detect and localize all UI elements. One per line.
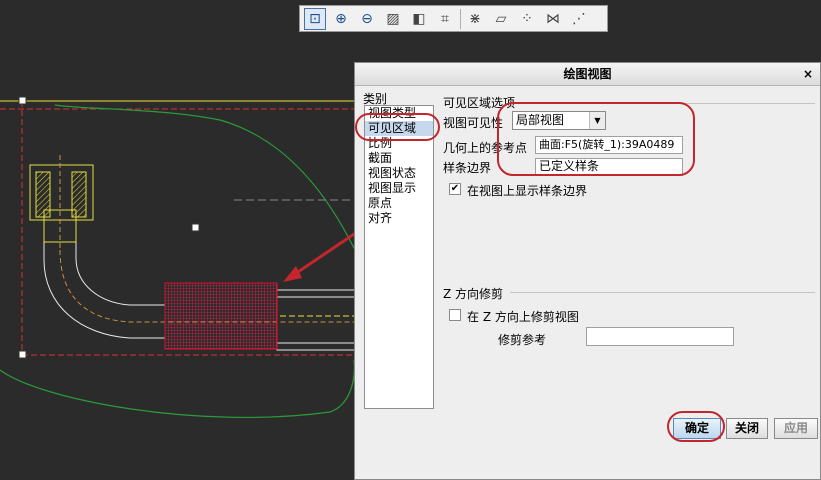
spline-boundary [0, 104, 356, 419]
check-mark-icon: ✔ [450, 183, 460, 194]
clip-ref-field[interactable] [586, 327, 734, 346]
frame-handle[interactable] [18, 350, 27, 359]
datum-planes-icon[interactable]: ▱ [490, 8, 512, 30]
category-item[interactable]: 原点 [365, 196, 433, 211]
dropdown-arrow-icon[interactable]: ▼ [589, 112, 605, 129]
dialog-titlebar[interactable]: 绘图视图 × [355, 63, 820, 86]
saved-orientations-icon[interactable]: ⌗ [434, 8, 456, 30]
fitting-section [29, 155, 94, 250]
zoom-out-icon[interactable]: ⊖ [356, 8, 378, 30]
zoom-in-icon[interactable]: ⊕ [330, 8, 352, 30]
category-item[interactable]: 可见区域 [365, 121, 433, 136]
spline-boundary-label: 样条边界 [443, 161, 492, 175]
z-clip-checkbox[interactable] [449, 309, 461, 321]
category-item[interactable]: 视图显示 [365, 181, 433, 196]
category-item[interactable]: 对齐 [365, 211, 433, 226]
z-clip-label: 在 Z 方向上修剪视图 [467, 310, 579, 324]
annotations-icon[interactable]: ⋰ [568, 8, 590, 30]
frame-handle[interactable] [18, 96, 27, 105]
spline-boundary-field[interactable]: 已定义样条 [535, 158, 683, 176]
visibility-label: 视图可见性 [443, 116, 504, 130]
repaint-icon[interactable]: ▨ [382, 8, 404, 30]
view-center-handle[interactable] [191, 223, 200, 232]
z-clip-section-title: Z 方向修剪 [443, 287, 504, 301]
dialog-title: 绘图视图 [563, 67, 612, 81]
visibility-value: 局部视图 [516, 113, 565, 127]
ref-point-label: 几何上的参考点 [443, 141, 528, 155]
apply-button[interactable]: 应用 [774, 418, 818, 439]
ok-button[interactable]: 确定 [673, 418, 721, 439]
section-divider [510, 292, 815, 293]
toolbar-separator [460, 8, 461, 29]
visibility-select[interactable]: 局部视图 ▼ [512, 111, 606, 130]
hatched-sleeve [164, 282, 278, 350]
view-toolbar: ⊡ ⊕ ⊖ ▨ ◧ ⌗ ⋇ ▱ ⁘ ⋈ ⋰ [299, 5, 608, 32]
category-item[interactable]: 视图类型 [365, 106, 433, 121]
close-button[interactable]: 关闭 [726, 418, 768, 439]
show-spline-checkbox[interactable]: ✔ [449, 183, 461, 195]
category-item[interactable]: 视图状态 [365, 166, 433, 181]
category-item[interactable]: 截面 [365, 151, 433, 166]
close-icon[interactable]: × [800, 63, 816, 85]
drawing-view-dialog: 绘图视图 × 类别 视图类型 可见区域 比例 截面 视图状态 视图显示 原点 对齐 可见区域选… [354, 62, 821, 480]
coordinate-systems-icon[interactable]: ⋈ [542, 8, 564, 30]
show-spline-label: 在视图上显示样条边界 [467, 184, 588, 198]
category-item[interactable]: 比例 [365, 136, 433, 151]
ref-point-field[interactable]: 曲面:F5(旋转_1):39A0489 [535, 136, 683, 154]
annotation-arrowhead [283, 266, 302, 282]
clip-ref-label: 修剪参考 [498, 333, 547, 347]
zoom-fit-icon[interactable]: ⊡ [304, 7, 326, 30]
category-list[interactable]: 视图类型 可见区域 比例 截面 视图状态 视图显示 原点 对齐 [364, 105, 434, 409]
visible-area-section-title: 可见区域选项 [443, 96, 516, 110]
shading-icon[interactable]: ◧ [408, 8, 430, 30]
datum-axes-icon[interactable]: ⋇ [464, 8, 486, 30]
section-divider [515, 103, 815, 104]
datum-points-icon[interactable]: ⁘ [516, 8, 538, 30]
